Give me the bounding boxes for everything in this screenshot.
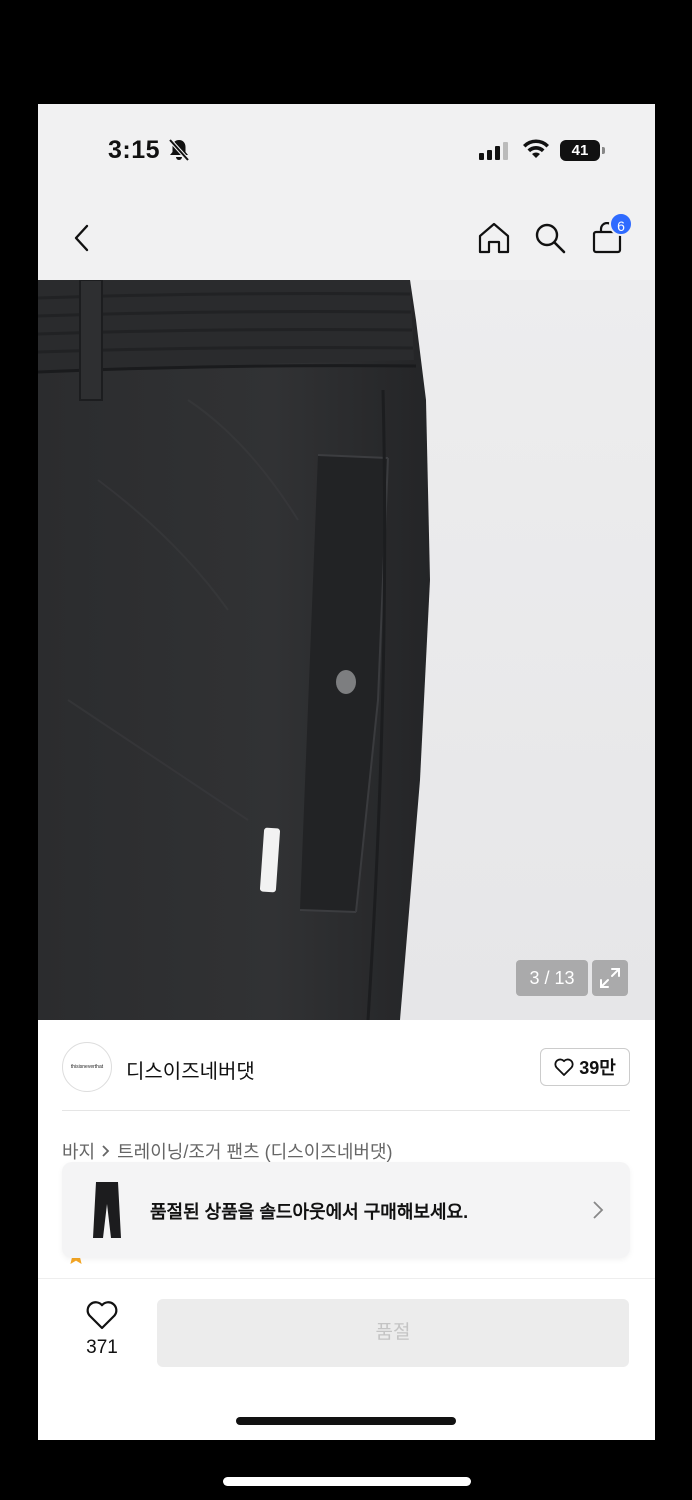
chevron-left-icon: [74, 224, 89, 252]
home-icon: [478, 222, 510, 254]
status-bar: 3:15 41: [38, 104, 655, 200]
phone-screen: 3:15 41 6 3 / 13 thisisneverthat 디스이즈네버댓…: [38, 104, 655, 1440]
breadcrumb: 바지 트레이닝/조거 팬츠 (디스이즈네버댓): [62, 1138, 393, 1164]
chevron-right-icon: [593, 1201, 604, 1219]
pants-thumbnail-icon: [93, 1182, 121, 1238]
heart-outline-icon: [86, 1301, 118, 1330]
heart-outline-icon: [554, 1058, 574, 1076]
bell-muted-icon: [168, 138, 190, 167]
status-time: 3:15: [108, 136, 161, 164]
brand-row: thisisneverthat 디스이즈네버댓 39만: [38, 1020, 655, 1112]
breadcrumb-subcategory[interactable]: 트레이닝/조거 팬츠 (디스이즈네버댓): [117, 1138, 392, 1164]
expand-image-button[interactable]: [592, 960, 628, 996]
divider: [62, 1110, 630, 1111]
product-photo-pants: [38, 280, 430, 1020]
search-icon: [535, 223, 566, 254]
brand-logo-text: thisisneverthat: [70, 1064, 104, 1070]
home-button[interactable]: [474, 218, 514, 258]
home-indicator[interactable]: [236, 1417, 456, 1425]
top-nav-bar: 6: [38, 200, 655, 280]
brand-logo[interactable]: thisisneverthat: [62, 1042, 112, 1092]
back-button[interactable]: [62, 218, 102, 258]
cart-button[interactable]: 6: [587, 212, 633, 258]
wish-button[interactable]: 371: [80, 1300, 124, 1359]
soldout-buy-button[interactable]: 품절: [157, 1299, 629, 1367]
cellular-signal-icon: [479, 142, 508, 160]
outer-home-indicator: [223, 1477, 471, 1486]
search-button[interactable]: [530, 218, 570, 258]
brand-like-count: 39만: [579, 1058, 616, 1078]
expand-icon: [600, 968, 620, 988]
wifi-icon: [522, 138, 550, 165]
product-image[interactable]: 3 / 13: [38, 280, 655, 1020]
wish-count: 371: [86, 1337, 118, 1358]
bottom-bar-divider: [38, 1278, 655, 1279]
cart-count-badge: 6: [609, 212, 633, 236]
image-pager: 3 / 13: [516, 960, 588, 996]
chevron-right-icon: [102, 1145, 110, 1157]
brand-like-button[interactable]: 39만: [540, 1048, 630, 1086]
breadcrumb-category[interactable]: 바지: [62, 1138, 95, 1164]
toast-message: 품절된 상품을 솔드아웃에서 구매해보세요.: [150, 1202, 469, 1222]
brand-name[interactable]: 디스이즈네버댓: [126, 1055, 255, 1084]
soldout-toast[interactable]: 품절된 상품을 솔드아웃에서 구매해보세요.: [62, 1162, 630, 1258]
battery-icon: 41: [560, 140, 605, 161]
